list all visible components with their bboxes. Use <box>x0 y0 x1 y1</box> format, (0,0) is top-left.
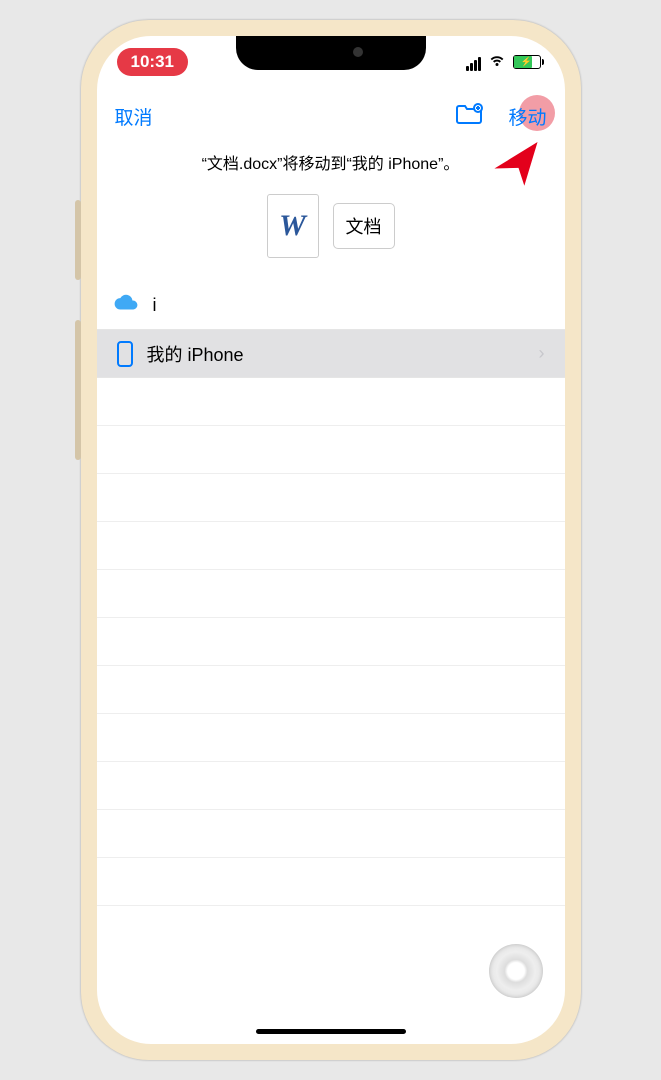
empty-rows <box>97 378 565 906</box>
signal-icon <box>465 53 481 71</box>
file-preview: W 文档 <box>97 194 565 258</box>
screen: 10:31 ⚡ 取消 移动 “文档.docx”将移动到“我的 iPhone”。 … <box>97 36 565 1044</box>
cloud-icon <box>113 293 139 318</box>
icloud-label: i <box>153 295 545 316</box>
move-button[interactable]: 移动 <box>508 103 546 130</box>
my-iphone-label: 我的 iPhone <box>147 341 525 367</box>
file-name: 文档 <box>333 203 395 249</box>
word-doc-icon: W <box>267 194 319 258</box>
wifi-icon <box>488 51 506 74</box>
home-indicator[interactable] <box>256 1029 406 1034</box>
phone-frame: 10:31 ⚡ 取消 移动 “文档.docx”将移动到“我的 iPhone”。 … <box>81 20 581 1060</box>
chevron-right-icon: › <box>539 343 545 364</box>
navbar: 取消 移动 <box>97 88 565 144</box>
time: 10:31 <box>117 48 188 76</box>
cancel-button[interactable]: 取消 <box>115 103 153 130</box>
location-my-iphone[interactable]: 我的 iPhone › <box>97 330 565 378</box>
location-list: i 我的 iPhone › <box>97 282 565 906</box>
location-icloud[interactable]: i <box>97 282 565 330</box>
new-folder-icon[interactable] <box>454 102 484 131</box>
status-right: ⚡ <box>465 51 541 74</box>
notch <box>236 36 426 70</box>
battery-icon: ⚡ <box>513 55 541 69</box>
iphone-icon <box>117 341 133 367</box>
assistive-touch[interactable] <box>489 944 543 998</box>
